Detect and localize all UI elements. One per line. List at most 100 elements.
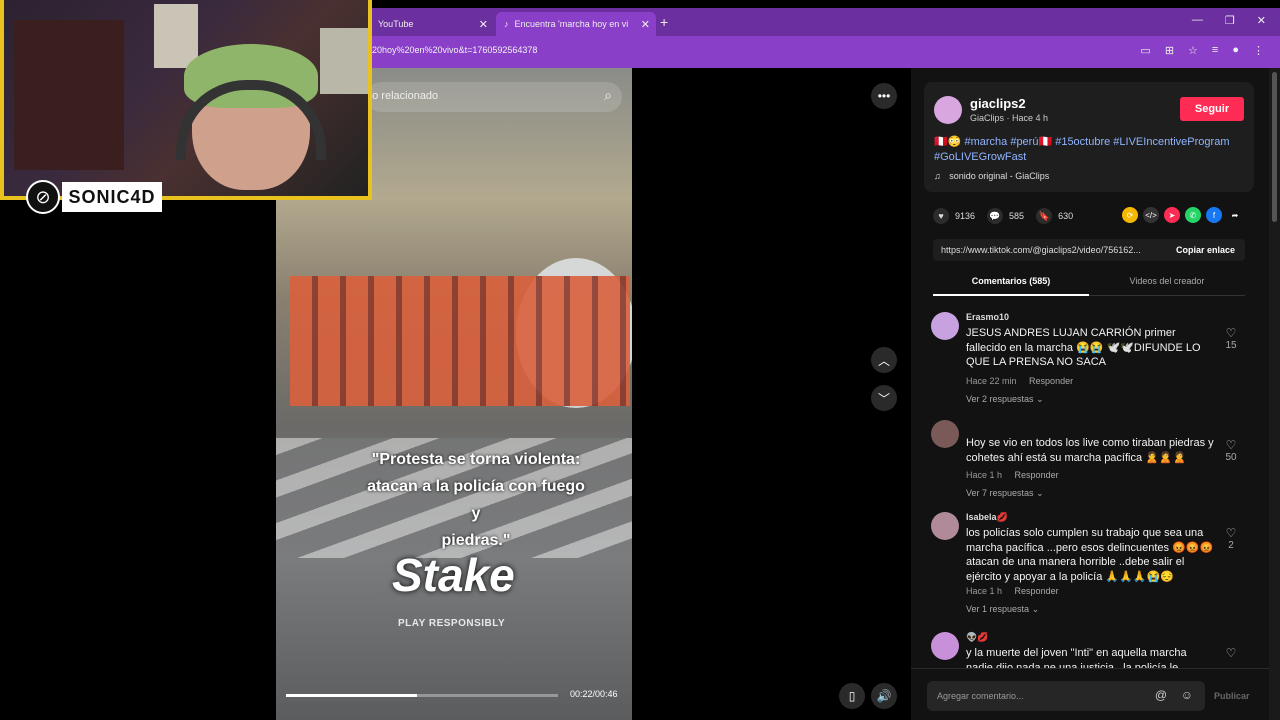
comment-like[interactable]: ♡ 2 bbox=[1223, 526, 1239, 551]
mention-icon[interactable]: @ bbox=[1155, 688, 1167, 702]
search-icon[interactable]: ⌕ bbox=[604, 87, 612, 104]
copy-link-button[interactable]: Copiar enlace bbox=[1176, 245, 1235, 255]
repost-icon[interactable]: ⟳ bbox=[1122, 207, 1138, 223]
tab-tiktok-search[interactable]: ♪ Encuentra 'marcha hoy en vi ✕ bbox=[496, 12, 656, 36]
commenter-avatar[interactable] bbox=[931, 312, 959, 340]
reply-button[interactable]: Responder bbox=[1015, 586, 1059, 596]
comment-time: Hace 22 min bbox=[966, 376, 1017, 386]
comment-placeholder: Agregar comentario... bbox=[937, 691, 1024, 701]
related-search-box[interactable]: do relacionado ⌕ bbox=[366, 82, 622, 112]
media-control-icon[interactable]: ≡ bbox=[1212, 44, 1218, 57]
poster bbox=[320, 28, 368, 94]
embed-icon[interactable]: </> bbox=[1143, 207, 1159, 223]
view-replies-button[interactable]: Ver 1 respuesta ⌄ bbox=[966, 604, 1039, 615]
volume-icon[interactable]: 🔊 bbox=[871, 683, 897, 709]
comment-text: los policías solo cumplen su trabajo que… bbox=[966, 527, 1214, 583]
comment-like[interactable]: ♡ bbox=[1223, 646, 1239, 660]
comment-time: Hace 1 h bbox=[966, 470, 1003, 480]
send-icon[interactable]: ➤ bbox=[1164, 207, 1180, 223]
more-options-icon[interactable]: ••• bbox=[871, 83, 897, 109]
reply-button[interactable]: Responder bbox=[1015, 470, 1059, 480]
commenter-avatar[interactable] bbox=[931, 420, 959, 448]
like-stat[interactable]: ♥ 9136 bbox=[933, 208, 975, 224]
close-window-icon[interactable]: ✕ bbox=[1257, 14, 1266, 27]
creator-avatar[interactable] bbox=[934, 96, 962, 124]
save-stat[interactable]: 🔖 630 bbox=[1036, 208, 1073, 224]
comment-time: Hace 1 h bbox=[966, 586, 1003, 596]
new-tab-icon[interactable]: + bbox=[660, 14, 668, 30]
comment-input[interactable]: Agregar comentario... @ ☺ bbox=[927, 681, 1205, 711]
poster bbox=[154, 4, 198, 68]
creator-card: giaclips2 GiaClips · Hace 4 h Seguir 🇵🇪😳… bbox=[924, 82, 1254, 192]
comment-text: y la muerte del joven "Inti" en aquella … bbox=[966, 647, 1187, 670]
commenter-avatar[interactable] bbox=[931, 632, 959, 660]
address-bar: 20hoy%20en%20vivo&t=1760592564378 ▭ ⊞ ☆ … bbox=[370, 36, 1280, 68]
sponsor-logo: Stake bbox=[392, 549, 515, 601]
scrollbar-thumb[interactable] bbox=[1272, 72, 1277, 222]
next-video-icon[interactable]: ﹀ bbox=[871, 385, 897, 411]
creator-username[interactable]: giaclips2 bbox=[970, 96, 1026, 111]
heart-icon: ♥ bbox=[933, 208, 949, 224]
commenter-username[interactable]: Erasmo10 bbox=[966, 312, 1009, 322]
comment-meta: Hace 1 h Responder bbox=[966, 470, 1059, 480]
video-link[interactable]: https://www.tiktok.com/@giaclips2/video/… bbox=[941, 245, 1141, 255]
commenter-username[interactable]: Isabela💋 bbox=[966, 512, 1008, 523]
comment-like-count: 2 bbox=[1228, 540, 1234, 551]
details-panel: giaclips2 GiaClips · Hace 4 h Seguir 🇵🇪😳… bbox=[911, 68, 1269, 720]
music-link[interactable]: ♫ sonido original - GiaClips bbox=[934, 171, 1049, 181]
link-bar: https://www.tiktok.com/@giaclips2/video/… bbox=[933, 239, 1245, 261]
follow-button[interactable]: Seguir bbox=[1180, 97, 1244, 121]
tab-creator-videos[interactable]: Videos del creador bbox=[1089, 276, 1245, 286]
bookmark-star-icon[interactable]: ☆ bbox=[1188, 44, 1198, 57]
address-bar-icons: ▭ ⊞ ☆ ≡ ● ⋮ bbox=[1140, 44, 1264, 57]
sponsor-tagline: PLAY RESPONSIBLY bbox=[398, 618, 506, 629]
comment-like-count: 15 bbox=[1225, 340, 1237, 351]
maximize-icon[interactable]: ❐ bbox=[1225, 14, 1235, 27]
active-tab-indicator bbox=[933, 294, 1089, 296]
comment-meta: Hace 22 min Responder bbox=[966, 376, 1073, 386]
publish-button[interactable]: Publicar bbox=[1214, 691, 1250, 701]
police-shield-line bbox=[290, 276, 630, 406]
comment-stat[interactable]: 💬 585 bbox=[987, 208, 1024, 224]
related-search-text: do relacionado bbox=[366, 90, 439, 102]
commenter-avatar[interactable] bbox=[931, 512, 959, 540]
comment-like[interactable]: ♡ 15 bbox=[1223, 326, 1239, 351]
hashtags[interactable]: #marcha #perú🇵🇪 #15octubre #LIVEIncentiv… bbox=[934, 136, 1229, 163]
caption-line: atacan a la policía con fuego y bbox=[367, 478, 585, 522]
minimize-icon[interactable]: — bbox=[1192, 14, 1203, 27]
previous-video-icon[interactable]: ︿ bbox=[871, 347, 897, 373]
tab-youtube[interactable]: YouTube ✕ bbox=[370, 12, 494, 36]
url-text[interactable]: 20hoy%20en%20vivo&t=1760592564378 bbox=[372, 45, 537, 55]
view-replies-button[interactable]: Ver 7 respuestas ⌄ bbox=[966, 488, 1044, 499]
comment-like-count: 50 bbox=[1225, 452, 1237, 463]
extension-icon[interactable]: ● bbox=[1232, 44, 1239, 57]
translate-icon[interactable]: ⊞ bbox=[1165, 44, 1174, 57]
tiktok-tab-label: Encuentra 'marcha hoy en vi bbox=[514, 19, 629, 29]
tab-comments[interactable]: Comentarios (585) bbox=[933, 276, 1089, 286]
floating-player-icon[interactable]: ▯ bbox=[839, 683, 865, 709]
page-scrollbar[interactable] bbox=[1269, 68, 1280, 720]
video-time: 00:22/00:46 bbox=[570, 689, 618, 699]
heart-outline-icon: ♡ bbox=[1225, 438, 1237, 452]
tiktok-icon: ♪ bbox=[504, 19, 509, 29]
browser-menu-icon[interactable]: ⋮ bbox=[1253, 44, 1264, 57]
heart-outline-icon: ♡ bbox=[1225, 526, 1237, 540]
engagement-stats: ♥ 9136 💬 585 🔖 630 bbox=[933, 208, 1073, 224]
comment-like[interactable]: ♡ 50 bbox=[1223, 438, 1239, 463]
emoji-icon[interactable]: ☺ bbox=[1181, 688, 1193, 702]
comment-text: Hoy se vio en todos los live como tiraba… bbox=[966, 437, 1214, 464]
heart-outline-icon: ♡ bbox=[1225, 646, 1237, 660]
video-progress-bar[interactable] bbox=[286, 694, 558, 697]
facebook-icon[interactable]: f bbox=[1206, 207, 1222, 223]
screen: YouTube ✕ ♪ Encuentra 'marcha hoy en vi … bbox=[0, 0, 1280, 720]
comment-composer: Agregar comentario... @ ☺ Publicar bbox=[911, 668, 1269, 720]
close-tab-icon[interactable]: ✕ bbox=[479, 18, 488, 31]
share-icon[interactable]: ➦ bbox=[1227, 207, 1243, 223]
music-note-icon: ♫ bbox=[934, 171, 941, 181]
cast-icon[interactable]: ▭ bbox=[1140, 44, 1150, 57]
close-tab-icon[interactable]: ✕ bbox=[641, 18, 650, 31]
reply-button[interactable]: Responder bbox=[1029, 376, 1073, 386]
view-replies-button[interactable]: Ver 2 respuestas ⌄ bbox=[966, 394, 1044, 405]
whatsapp-icon[interactable]: ✆ bbox=[1185, 207, 1201, 223]
commenter-username[interactable]: 👽💋 bbox=[966, 632, 988, 643]
